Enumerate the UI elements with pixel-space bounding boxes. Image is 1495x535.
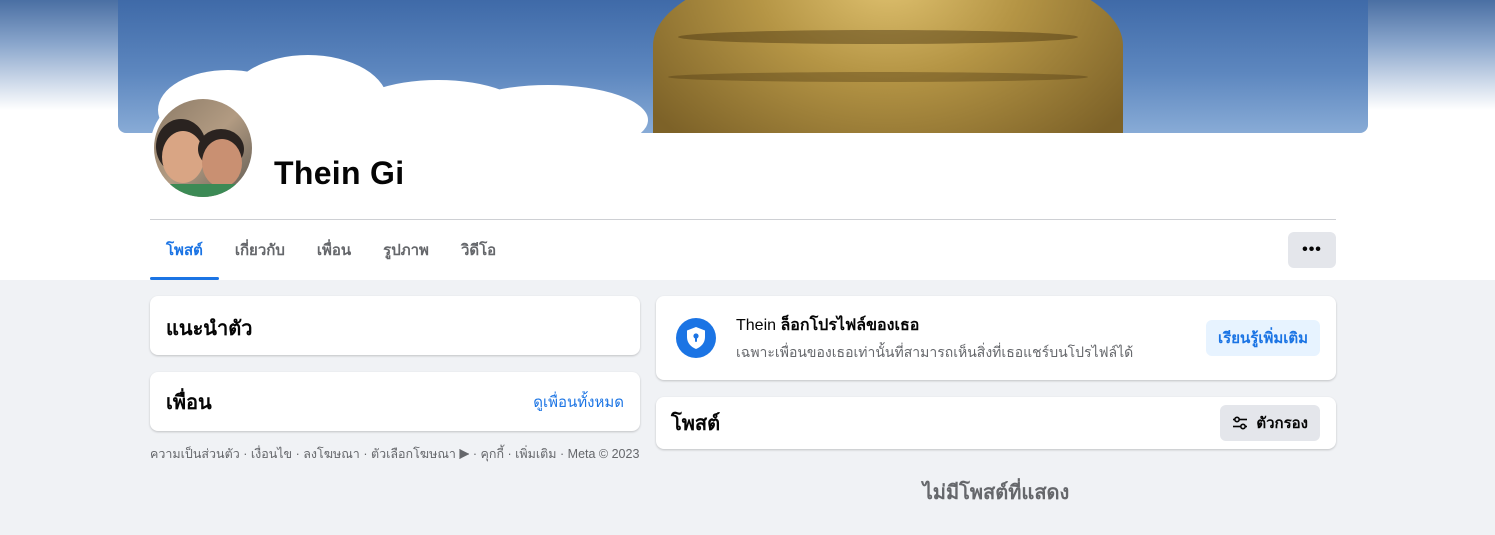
footer-link-privacy[interactable]: ความเป็นส่วนตัว	[150, 447, 240, 461]
filter-label: ตัวกรอง	[1256, 415, 1308, 432]
footer-link-terms[interactable]: เงื่อนไข	[251, 447, 292, 461]
tab-about[interactable]: เกี่ยวกับ	[219, 220, 301, 280]
locked-profile-notice: Thein ล็อกโปรไฟล์ของเธอ เฉพาะเพื่อนของเธ…	[656, 296, 1336, 380]
filter-icon	[1233, 416, 1248, 430]
footer-link-cookies[interactable]: คุกกี้	[481, 447, 505, 461]
locked-notice-subtitle: เฉพาะเพื่อนของเธอเท่านั้นที่สามารถเห็นสิ…	[736, 343, 1134, 360]
shield-lock-icon	[676, 318, 716, 358]
profile-tabs: โพสต์ เกี่ยวกับ เพื่อน รูปภาพ วิดีโอ	[150, 220, 512, 280]
posts-title: โพสต์	[671, 413, 721, 435]
posts-card: โพสต์ ตัวกรอง	[656, 397, 1336, 449]
locked-notice-title: Thein ล็อกโปรไฟล์ของเธอ	[736, 313, 1206, 338]
more-options-button[interactable]: •••	[1288, 232, 1336, 268]
friends-card: เพื่อน ดูเพื่อนทั้งหมด	[150, 372, 640, 431]
footer-link-advertising[interactable]: ลงโฆษณา	[303, 447, 360, 461]
footer-link-more[interactable]: เพิ่มเติม	[515, 447, 556, 461]
locked-notice-title-text: ล็อกโปรไฟล์ของเธอ	[780, 316, 920, 334]
learn-more-button[interactable]: เรียนรู้เพิ่มเติม	[1206, 320, 1320, 356]
tab-posts[interactable]: โพสต์	[150, 220, 219, 280]
avatar[interactable]	[150, 95, 256, 201]
locked-notice-name: Thein	[736, 316, 777, 334]
intro-title: แนะนำตัว	[166, 318, 253, 340]
tab-photos[interactable]: รูปภาพ	[367, 220, 445, 280]
profile-name: Thein Gi	[274, 155, 405, 191]
filter-button[interactable]: ตัวกรอง	[1220, 405, 1320, 441]
intro-card: แนะนำตัว	[150, 296, 640, 355]
tab-videos[interactable]: วิดีโอ	[445, 220, 512, 280]
avatar-photo	[154, 99, 252, 197]
footer-link-ad-choices[interactable]: ตัวเลือกโฆษณา	[371, 447, 456, 461]
ad-choices-icon	[459, 449, 470, 459]
stupa-image	[653, 0, 1123, 133]
friends-title: เพื่อน	[166, 391, 212, 414]
footer-links: ความเป็นส่วนตัว · เงื่อนไข · ลงโฆษณา · ต…	[150, 447, 640, 461]
no-posts-message: ไม่มีโพสต์ที่แสดง	[922, 482, 1070, 504]
footer-copyright: Meta © 2023	[567, 447, 640, 461]
tab-friends[interactable]: เพื่อน	[301, 220, 367, 280]
see-all-friends-link[interactable]: ดูเพื่อนทั้งหมด	[533, 390, 624, 414]
more-icon: •••	[1302, 241, 1322, 258]
cover-photo[interactable]	[118, 0, 1368, 133]
profile-header: Thein Gi โพสต์ เกี่ยวกับ เพื่อน รูปภาพ ว…	[0, 0, 1495, 280]
